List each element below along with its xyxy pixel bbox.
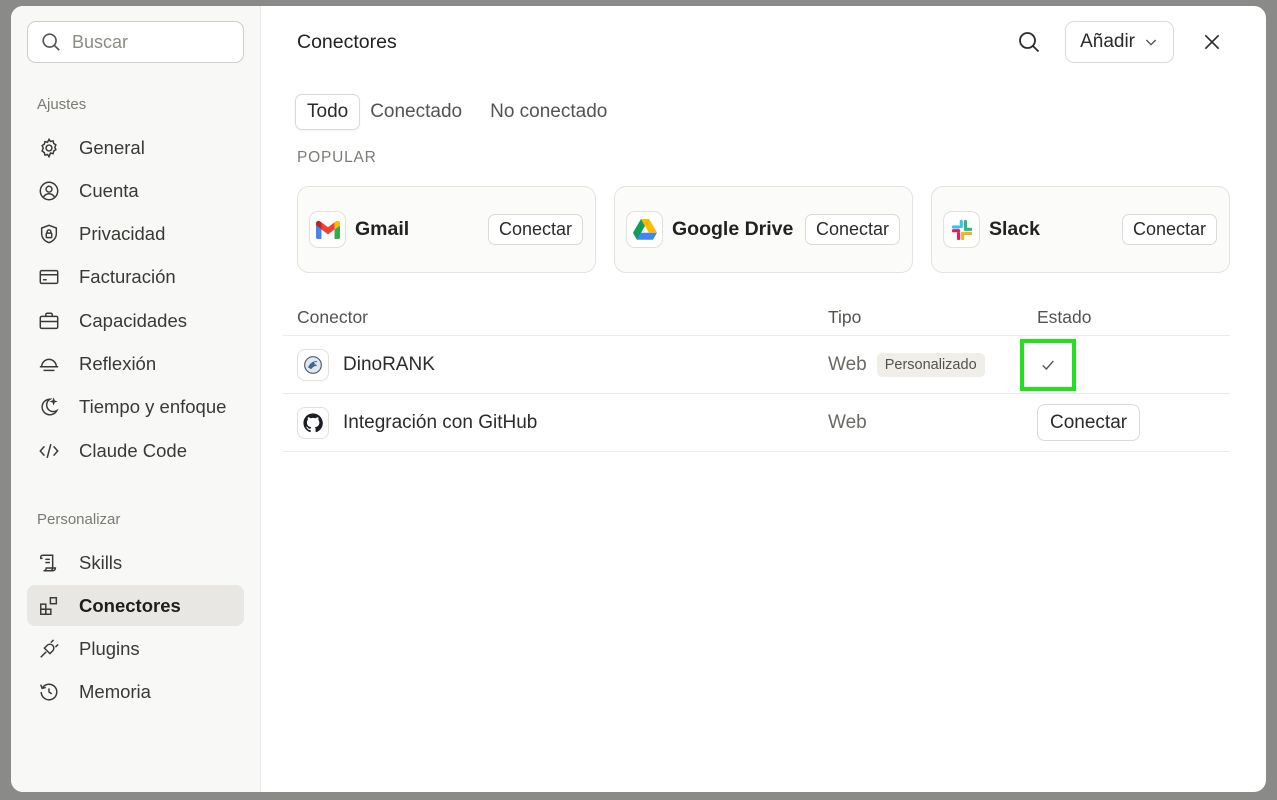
sidebar-item-billing[interactable]: Facturación xyxy=(27,257,244,298)
row-connector-cell: DinoRANK xyxy=(297,348,828,381)
sidebar-item-label: Facturación xyxy=(79,266,176,288)
sidebar-item-memory[interactable]: Memoria xyxy=(27,672,244,713)
settings-section-label: Ajustes xyxy=(37,96,87,113)
github-icon xyxy=(297,406,329,439)
briefcase-icon xyxy=(37,309,61,333)
row-state-cell xyxy=(1020,338,1230,391)
user-circle-icon xyxy=(37,179,61,203)
header-type: Tipo xyxy=(828,307,862,327)
dinorank-icon xyxy=(297,348,329,381)
sidebar-item-reflection[interactable]: Reflexión xyxy=(27,343,244,384)
slack-icon xyxy=(943,211,980,248)
shield-lock-icon xyxy=(37,222,61,246)
tab-connected[interactable]: Conectado xyxy=(366,94,473,130)
sidebar-search[interactable] xyxy=(27,21,244,63)
row-connector-name: DinoRANK xyxy=(343,353,435,375)
sidebar-item-skills[interactable]: Skills xyxy=(27,542,244,583)
settings-nav: General Cuenta Privacidad Facturación Ca… xyxy=(27,127,244,471)
row-type-cell: Web Personalizado xyxy=(828,352,1037,377)
row-state-cell: Conectar xyxy=(1037,404,1230,441)
custom-badge: Personalizado xyxy=(876,352,985,377)
close-icon xyxy=(1204,34,1220,50)
connect-google-drive-button[interactable]: Conectar xyxy=(804,214,900,245)
sidebar-item-time-focus[interactable]: Tiempo y enfoque xyxy=(27,387,244,428)
popular-card-google-drive: Google Drive Conectar xyxy=(614,186,913,273)
tab-all[interactable]: Todo xyxy=(295,94,361,130)
table-header: Conector Tipo Estado xyxy=(283,300,1230,336)
popular-cards: Gmail Conectar Google Drive Conectar Sla… xyxy=(297,186,1230,273)
code-icon xyxy=(37,439,61,463)
chevron-down-icon xyxy=(1145,39,1157,46)
sidebar-item-label: Privacidad xyxy=(79,223,166,245)
connectors-table: Conector Tipo Estado DinoRANK Web Person… xyxy=(283,300,1230,452)
customize-nav: Skills Conectores Plugins Memoria xyxy=(27,542,244,713)
row-connector-cell: Integración con GitHub xyxy=(297,406,828,439)
sidebar-item-label: Capacidades xyxy=(79,309,187,331)
row-connector-name: Integración con GitHub xyxy=(343,411,538,433)
sidebar-item-label: Claude Code xyxy=(79,439,187,461)
table-row[interactable]: DinoRANK Web Personalizado xyxy=(283,336,1230,394)
page-title: Conectores xyxy=(297,30,397,53)
connect-slack-button[interactable]: Conectar xyxy=(1121,214,1217,245)
search-icon xyxy=(42,33,60,51)
connected-status-toggle[interactable] xyxy=(1020,338,1076,391)
google-drive-icon xyxy=(626,211,663,248)
history-icon xyxy=(37,680,61,704)
gear-icon xyxy=(37,136,61,160)
row-type-cell: Web xyxy=(828,412,1037,434)
card-name: Google Drive xyxy=(672,218,794,240)
add-button-label: Añadir xyxy=(1080,31,1135,52)
topbar: Conectores Añadir xyxy=(297,6,1230,78)
search-button[interactable] xyxy=(1011,24,1047,60)
sidebar-item-label: Reflexión xyxy=(79,352,157,374)
sidebar-item-label: Plugins xyxy=(79,638,140,660)
sidebar-item-claude-code[interactable]: Claude Code xyxy=(27,430,244,471)
sidebar-item-capabilities[interactable]: Capacidades xyxy=(27,300,244,341)
gmail-icon xyxy=(309,211,346,248)
blocks-icon xyxy=(37,594,61,618)
sidebar-item-label: Skills xyxy=(79,551,123,573)
sidebar-item-label: General xyxy=(79,136,145,158)
card-name: Slack xyxy=(989,218,1040,240)
credit-card-icon xyxy=(37,265,61,289)
search-input[interactable] xyxy=(72,31,222,53)
sidebar-item-connectors[interactable]: Conectores xyxy=(27,585,244,627)
check-icon xyxy=(1042,360,1054,370)
scroll-icon xyxy=(37,551,61,575)
connect-github-button[interactable]: Conectar xyxy=(1037,404,1141,441)
customize-section-label: Personalizar xyxy=(37,511,121,529)
close-button[interactable] xyxy=(1194,24,1230,60)
sidebar-item-account[interactable]: Cuenta xyxy=(27,170,244,211)
search-icon xyxy=(1019,32,1040,53)
sidebar-item-label: Tiempo y enfoque xyxy=(79,396,227,418)
moon-stars-icon xyxy=(37,395,61,419)
sidebar-item-label: Memoria xyxy=(79,681,151,703)
plug-icon xyxy=(37,637,61,661)
sunrise-icon xyxy=(37,352,61,376)
table-row[interactable]: Integración con GitHub Web Conectar xyxy=(283,394,1230,452)
card-name: Gmail xyxy=(355,218,410,240)
add-button[interactable]: Añadir xyxy=(1065,21,1174,63)
sidebar: Ajustes General Cuenta Privacidad xyxy=(11,6,261,792)
main-panel: Conectores Añadir Todo Conectado No cone… xyxy=(261,6,1266,792)
popular-card-gmail: Gmail Conectar xyxy=(297,186,596,273)
sidebar-item-general[interactable]: General xyxy=(27,127,244,168)
row-type: Web xyxy=(828,353,867,375)
sidebar-item-label: Cuenta xyxy=(79,179,139,201)
sidebar-item-label: Conectores xyxy=(79,594,181,616)
settings-modal: Ajustes General Cuenta Privacidad xyxy=(11,6,1266,792)
top-actions: Añadir xyxy=(1011,21,1230,63)
connect-gmail-button[interactable]: Conectar xyxy=(487,214,583,245)
filter-tabs: Todo Conectado No conectado xyxy=(295,94,1230,130)
header-connector: Conector xyxy=(297,307,369,327)
row-type: Web xyxy=(828,411,867,433)
popular-card-slack: Slack Conectar xyxy=(931,186,1230,273)
tab-not-connected[interactable]: No conectado xyxy=(479,94,618,130)
sidebar-item-privacy[interactable]: Privacidad xyxy=(27,214,244,255)
header-state: Estado xyxy=(1037,307,1092,327)
sidebar-item-plugins[interactable]: Plugins xyxy=(27,629,244,670)
popular-label: POPULAR xyxy=(297,149,377,166)
